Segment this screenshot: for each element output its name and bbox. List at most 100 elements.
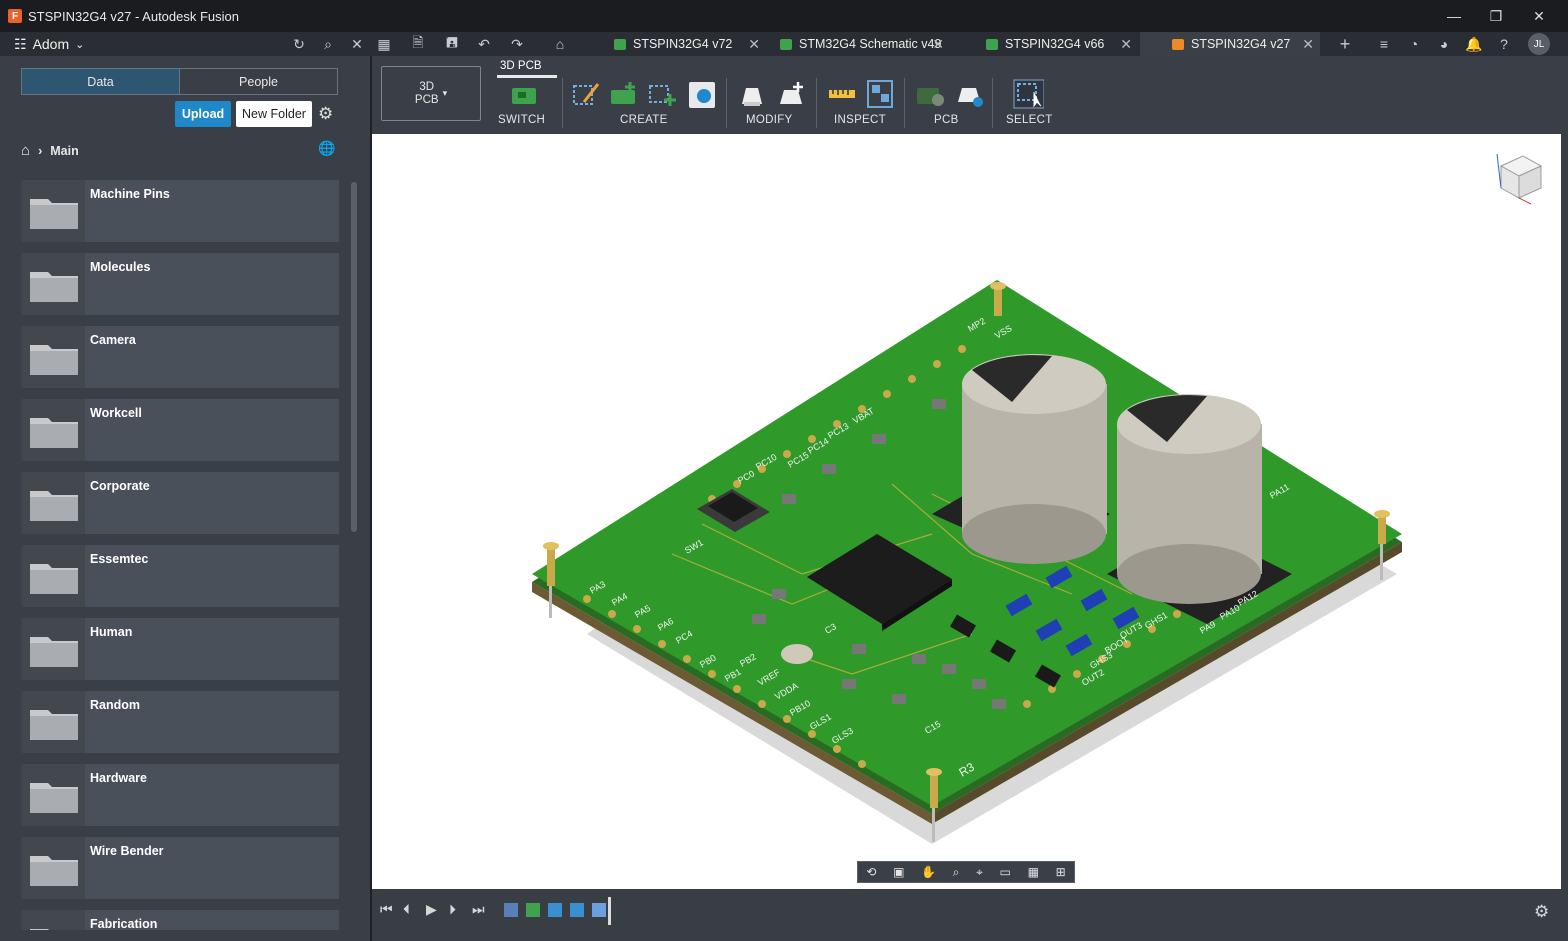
redo-icon[interactable]: ↷ — [505, 32, 529, 56]
apps-grid-icon[interactable]: ▦ — [372, 32, 396, 56]
pcb-settings-icon[interactable] — [954, 78, 986, 110]
grid-icon[interactable]: ▦ — [1028, 865, 1039, 879]
close-tab-icon[interactable]: ✕ — [748, 36, 760, 53]
display-settings-icon[interactable]: ▭ — [1000, 865, 1011, 879]
measure-icon[interactable] — [826, 78, 858, 110]
tab-data[interactable]: Data — [22, 69, 180, 94]
undo-icon[interactable]: ↶ — [472, 32, 496, 56]
scrollbar[interactable] — [351, 182, 357, 532]
create-component-icon[interactable] — [608, 78, 640, 110]
group-pcb[interactable]: PCB — [934, 114, 959, 126]
window-select-icon[interactable] — [1012, 78, 1044, 110]
new-tab-icon[interactable]: + — [1333, 32, 1357, 56]
notifications-icon[interactable]: 🔔 — [1462, 32, 1486, 56]
globe-icon[interactable]: 🌐 — [318, 140, 335, 157]
folder-item[interactable]: Fabrication — [21, 910, 339, 930]
team-icon: ☷ — [14, 35, 27, 52]
go-to-start-icon[interactable]: ⏮ — [380, 901, 393, 918]
view-cube[interactable] — [1487, 146, 1547, 208]
doc-tab-1[interactable]: STSPIN32G4 v72 ✕ — [606, 32, 766, 56]
viewports-icon[interactable]: ⊞ — [1056, 865, 1066, 879]
doc-tab-3[interactable]: STSPIN32G4 v66 ✕ — [978, 32, 1138, 56]
close-panel-icon[interactable]: ✕ — [345, 32, 369, 56]
orbit-icon[interactable]: ⟲ — [866, 865, 876, 879]
home-icon[interactable]: ⌂ — [548, 32, 572, 56]
file-menu-icon[interactable]: 🗎 — [406, 32, 430, 56]
folder-item[interactable]: Workcell — [21, 399, 339, 461]
crystal[interactable] — [781, 644, 813, 664]
folder-item[interactable]: Machine Pins — [21, 180, 339, 242]
section-analysis-icon[interactable] — [864, 78, 896, 110]
group-modify[interactable]: MODIFY — [746, 114, 793, 126]
gear-icon[interactable]: ⚙ — [318, 104, 333, 124]
play-icon[interactable]: ▶ — [426, 901, 437, 918]
timeline: ⏮ ⏴ ▶ ⏵ ⏭ ⚙ — [372, 889, 1568, 941]
home-icon[interactable]: ⌂ — [21, 142, 30, 159]
extensions-icon[interactable]: ≡ — [1372, 32, 1396, 56]
tab-3d-pcb[interactable]: 3D PCB — [500, 60, 542, 72]
new-folder-button[interactable]: New Folder — [236, 101, 312, 127]
group-select[interactable]: SELECT — [1006, 114, 1053, 126]
look-at-icon[interactable]: ▣ — [893, 865, 904, 879]
pan-icon[interactable]: ✋ — [921, 865, 936, 879]
timeline-feature-icon[interactable] — [592, 903, 606, 917]
push-to-pcb-icon[interactable] — [914, 78, 946, 110]
folder-item[interactable]: Essemtec — [21, 545, 339, 607]
folder-name: Molecules — [90, 260, 151, 274]
go-to-end-icon[interactable]: ⏭ — [472, 901, 485, 918]
save-icon[interactable]: 🖪 — [440, 32, 464, 56]
create-outline-icon[interactable] — [646, 78, 678, 110]
modify-package-icon[interactable] — [736, 78, 768, 110]
avatar[interactable]: JL — [1528, 33, 1550, 55]
timeline-marker[interactable] — [608, 897, 611, 925]
switch-to-pcb-icon[interactable] — [508, 78, 540, 110]
chevron-down-icon: ▾ — [442, 88, 448, 98]
folder-item[interactable]: Hardware — [21, 764, 339, 826]
online-status-icon[interactable]: ◔ — [1402, 32, 1426, 56]
help-icon[interactable]: ? — [1492, 32, 1516, 56]
timeline-feature-icon[interactable] — [548, 903, 562, 917]
3d-viewport[interactable]: SW1 R3 C3 C15 PA3 PA4 PA5 PA6 PC4 PB0 PB… — [372, 134, 1561, 889]
sketch-icon[interactable] — [570, 78, 602, 110]
close-tab-icon[interactable]: ✕ — [1120, 36, 1132, 53]
close-window-button[interactable]: ✕ — [1517, 0, 1561, 32]
group-switch[interactable]: SWITCH — [498, 114, 545, 126]
fit-icon[interactable]: ⌖ — [976, 865, 983, 880]
doc-tab-label: STSPIN32G4 v72 — [633, 37, 733, 51]
breadcrumb-main[interactable]: Main — [50, 144, 78, 158]
close-tab-icon[interactable]: ✕ — [932, 36, 944, 53]
group-inspect[interactable]: INSPECT — [834, 114, 886, 126]
timeline-settings-icon[interactable]: ⚙ — [1534, 902, 1549, 922]
tab-people[interactable]: People — [180, 69, 337, 94]
minimize-button[interactable]: — — [1432, 0, 1476, 32]
folder-item[interactable]: Molecules — [21, 253, 339, 315]
title-bar: F STSPIN32G4 v27 - Autodesk Fusion — [0, 0, 1568, 32]
folder-item[interactable]: Camera — [21, 326, 339, 388]
job-status-icon[interactable]: ◕ — [1432, 32, 1456, 56]
timeline-feature-icon[interactable] — [570, 903, 584, 917]
move-component-icon[interactable] — [776, 78, 808, 110]
group-create[interactable]: CREATE — [620, 114, 668, 126]
create-model-icon[interactable] — [686, 78, 718, 110]
search-icon[interactable]: ⌕ — [316, 32, 340, 56]
doc-tab-2[interactable]: STM32G4 Schematic v49 ✕ — [772, 32, 950, 56]
folder-item[interactable]: Wire Bender — [21, 837, 339, 899]
step-forward-icon[interactable]: ⏵ — [449, 901, 456, 918]
team-selector[interactable]: ☷ Adom ⌄ — [14, 36, 84, 53]
zoom-icon[interactable]: ⌕ — [953, 865, 960, 880]
folder-item[interactable]: Random — [21, 691, 339, 753]
folder-item[interactable]: Human — [21, 618, 339, 680]
refresh-icon[interactable]: ↻ — [287, 32, 311, 56]
close-tab-icon[interactable]: ✕ — [1302, 36, 1314, 53]
doc-tab-active[interactable]: STSPIN32G4 v27 ✕ — [1140, 32, 1320, 56]
maximize-button[interactable]: ❐ — [1474, 0, 1518, 32]
pcb-3d-model[interactable]: SW1 R3 C3 C15 PA3 PA4 PA5 PA6 PC4 PB0 PB… — [372, 134, 1561, 889]
viewport-edge — [1561, 134, 1568, 889]
step-back-icon[interactable]: ⏴ — [403, 901, 410, 918]
timeline-feature-icon[interactable] — [504, 903, 518, 917]
timeline-feature-icon[interactable] — [526, 903, 540, 917]
data-panel: Data People Upload New Folder ⚙ ⌂ › Main… — [0, 56, 370, 941]
folder-item[interactable]: Corporate — [21, 472, 339, 534]
workspace-switcher[interactable]: 3D PCB ▾ — [381, 66, 481, 121]
upload-button[interactable]: Upload — [175, 101, 231, 127]
